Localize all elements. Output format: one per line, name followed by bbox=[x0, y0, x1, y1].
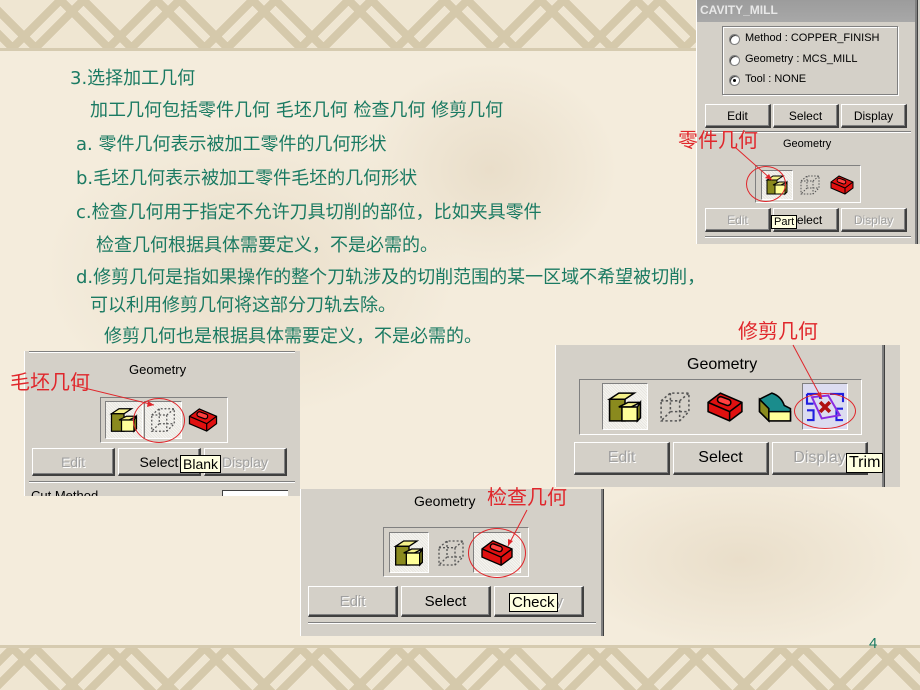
trim-annotation: 修剪几何 bbox=[738, 319, 818, 343]
part-highlight-circle bbox=[746, 166, 786, 202]
intro-line: 加工几何包括零件几何 毛坯几何 检查几何 修剪几何 bbox=[90, 100, 504, 121]
dialog-title: CAVITY_MILL bbox=[700, 3, 778, 17]
parent-select-button[interactable]: Select bbox=[773, 104, 839, 128]
blank-geometry-button[interactable] bbox=[795, 170, 825, 200]
cut-method-dropdown[interactable] bbox=[222, 490, 288, 496]
part-tooltip: Part bbox=[771, 215, 798, 229]
check-highlight-circle bbox=[468, 528, 526, 578]
check-geometry-dialog: Geometry Edit Select Display Check bbox=[300, 489, 604, 636]
part-geometry-button[interactable] bbox=[602, 383, 648, 430]
check-geometry-button[interactable] bbox=[827, 170, 857, 200]
check-geometry-button[interactable] bbox=[184, 401, 222, 439]
separator bbox=[705, 236, 911, 238]
decorative-border-bottom bbox=[0, 648, 920, 690]
check-tooltip: Check bbox=[509, 593, 558, 612]
item-b: b.毛坯几何表示被加工零件毛坯的几何形状 bbox=[76, 168, 418, 189]
blank-icon bbox=[438, 539, 464, 566]
check-geometry-button[interactable] bbox=[702, 383, 748, 430]
blank-geometry-button[interactable] bbox=[652, 383, 698, 430]
blank-annotation: 毛坯几何 bbox=[10, 370, 90, 394]
separator bbox=[29, 481, 295, 483]
check-icon bbox=[830, 175, 854, 195]
cut-method-label: Cut Method bbox=[31, 489, 98, 496]
part-geometry-button[interactable] bbox=[389, 532, 429, 573]
geometry-edit-button[interactable]: Edit bbox=[705, 208, 771, 232]
item-d-cont: 可以利用修剪几何将这部分刀轨去除。 bbox=[90, 295, 396, 316]
blank-highlight-circle bbox=[133, 398, 185, 443]
geometry-edit-button[interactable]: Edit bbox=[308, 586, 398, 617]
dialog-scrollbar-edge bbox=[915, 0, 918, 244]
item-c-note: 检查几何根据具体需要定义，不是必需的。 bbox=[96, 235, 438, 256]
check-annotation: 检查几何 bbox=[487, 485, 567, 509]
dialog-scrollbar-edge bbox=[601, 489, 604, 636]
trim-highlight-circle bbox=[794, 393, 856, 429]
part-icon bbox=[606, 391, 642, 423]
check-icon bbox=[188, 408, 218, 432]
geometry-label: Geometry bbox=[129, 362, 187, 377]
geometry-radio-label[interactable]: Geometry : MCS_MILL bbox=[745, 53, 857, 65]
trim-tooltip: Trim bbox=[846, 453, 884, 473]
method-radio[interactable] bbox=[729, 34, 740, 45]
blank-icon bbox=[800, 175, 820, 195]
separator bbox=[308, 622, 596, 624]
geometry-radio[interactable] bbox=[729, 55, 740, 66]
blank-tooltip: Blank bbox=[180, 455, 222, 473]
method-radio-label[interactable]: Method : COPPER_FINISH bbox=[745, 32, 880, 44]
geometry-label: Geometry bbox=[687, 356, 758, 373]
item-d-note: 修剪几何也是根据具体需要定义，不是必需的。 bbox=[104, 326, 482, 347]
item-a: a. 零件几何表示被加工零件的几何形状 bbox=[76, 134, 387, 155]
item-d: d.修剪几何是指如果操作的整个刀轨涉及的切削范围的某一区域不希望被切削， bbox=[76, 267, 706, 288]
geometry-edit-button[interactable]: Edit bbox=[32, 448, 115, 476]
parent-display-button[interactable]: Display bbox=[841, 104, 907, 128]
item-c: c.检查几何用于指定不允许刀具切削的部位，比如夹具零件 bbox=[76, 202, 542, 223]
part-annotation: 零件几何 bbox=[678, 128, 758, 152]
separator bbox=[29, 351, 295, 353]
geometry-label: Geometry bbox=[414, 493, 476, 509]
geometry-label: Geometry bbox=[783, 138, 832, 150]
geometry-display-button[interactable]: Display bbox=[841, 208, 907, 232]
background-ornament bbox=[560, 470, 920, 650]
part-icon bbox=[393, 539, 423, 567]
cut-area-geometry-button[interactable] bbox=[752, 383, 798, 430]
geometry-select-button[interactable]: Select bbox=[673, 442, 769, 475]
page-number: 4 bbox=[869, 635, 878, 652]
tool-radio[interactable] bbox=[729, 75, 740, 86]
tool-radio-label[interactable]: Tool : NONE bbox=[745, 73, 806, 85]
blank-geometry-button[interactable] bbox=[431, 532, 471, 573]
check-icon bbox=[707, 391, 743, 422]
section-heading: 3.选择加工几何 bbox=[70, 68, 196, 89]
blank-icon bbox=[660, 391, 690, 422]
geometry-edit-button[interactable]: Edit bbox=[574, 442, 670, 475]
geometry-select-button[interactable]: Select bbox=[401, 586, 491, 617]
cavity-mill-dialog: CAVITY_MILL Method : COPPER_FINISH Geome… bbox=[696, 0, 920, 244]
cut-area-icon bbox=[758, 391, 792, 423]
